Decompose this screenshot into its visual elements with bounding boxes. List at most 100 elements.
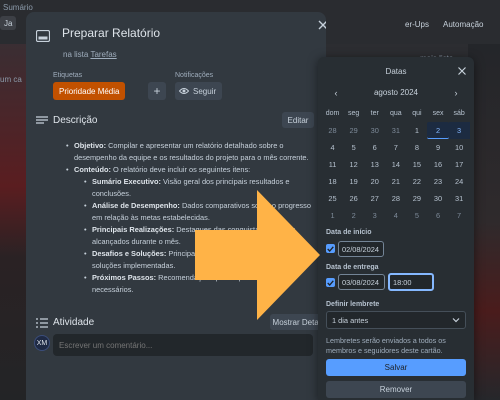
- save-button[interactable]: Salvar: [326, 359, 466, 376]
- activity-title: Atividade: [53, 317, 95, 328]
- label-chip-priority[interactable]: Prioridade Média: [53, 82, 126, 100]
- follow-button[interactable]: Seguir: [175, 82, 223, 100]
- calendar-day[interactable]: 6: [427, 207, 448, 224]
- calendar-week: 11 12 13 14 15 16 17: [322, 156, 470, 173]
- close-icon[interactable]: [318, 20, 326, 30]
- calendar-day[interactable]: 18: [322, 173, 343, 190]
- due-time-input[interactable]: [388, 273, 434, 291]
- comment-input[interactable]: [53, 334, 313, 356]
- calendar-day[interactable]: 30: [427, 190, 448, 207]
- weekday-label: sáb: [453, 110, 465, 117]
- card-list-info: na lista Tarefas: [63, 50, 117, 59]
- calendar-day[interactable]: 16: [427, 156, 448, 173]
- close-icon[interactable]: [458, 67, 466, 75]
- calendar-day[interactable]: 21: [385, 173, 406, 190]
- activity-icon: [36, 318, 48, 328]
- calendar-day[interactable]: 27: [364, 190, 385, 207]
- calendar-day[interactable]: 4: [385, 207, 406, 224]
- calendar-week: 28 29 30 31 1 2 3: [322, 122, 470, 139]
- content-text: O relatório deve incluir os seguintes it…: [110, 165, 251, 174]
- content-key: Conteúdo:: [74, 165, 111, 174]
- calendar-day[interactable]: 4: [322, 139, 343, 156]
- list-link[interactable]: Tarefas: [90, 50, 116, 59]
- check-icon: [327, 279, 334, 286]
- card-title[interactable]: Preparar Relatório: [62, 26, 160, 40]
- board-button[interactable]: Ja: [0, 16, 17, 30]
- automation-button[interactable]: Automação: [443, 20, 483, 29]
- calendar-week: 18 19 20 21 22 23 24: [322, 173, 470, 190]
- due-date-label: Data de entrega: [326, 264, 379, 271]
- calendar-day[interactable]: 20: [364, 173, 385, 190]
- add-label-button[interactable]: +: [148, 82, 166, 100]
- follow-label: Seguir: [193, 86, 217, 96]
- next-month-button[interactable]: ›: [451, 88, 461, 98]
- chevron-down-icon: [452, 318, 460, 323]
- weekday-label: sex: [432, 110, 444, 117]
- reminder-label: Definir lembrete: [326, 301, 380, 308]
- calendar-day[interactable]: 28: [385, 190, 406, 207]
- reminder-value: 1 dia antes: [332, 315, 369, 325]
- calendar-day[interactable]: 28: [322, 122, 343, 139]
- objective-key: Objetivo:: [74, 141, 107, 150]
- due-date-input[interactable]: [338, 274, 385, 290]
- calendar-day[interactable]: 7: [385, 139, 406, 156]
- calendar-day[interactable]: 30: [364, 122, 385, 139]
- check-icon: [327, 245, 334, 252]
- calendar-day[interactable]: 19: [343, 173, 364, 190]
- calendar-day[interactable]: 31: [449, 190, 470, 207]
- calendar-day[interactable]: 22: [406, 173, 427, 190]
- popover-title: Datas: [385, 67, 407, 76]
- calendar-day[interactable]: 13: [364, 156, 385, 173]
- calendar-day[interactable]: 29: [406, 190, 427, 207]
- board-top-text: Sumário: [3, 3, 33, 12]
- reminder-select[interactable]: 1 dia antes: [326, 311, 466, 329]
- item-key: Desafios e Soluções:: [92, 249, 167, 258]
- calendar-day[interactable]: 5: [406, 207, 427, 224]
- calendar-day-selected-end[interactable]: 3: [448, 122, 470, 139]
- calendar-day[interactable]: 10: [449, 139, 470, 156]
- calendar-day[interactable]: 8: [406, 139, 427, 156]
- board-left-strip: [0, 44, 28, 400]
- eye-icon: [179, 88, 189, 94]
- calendar-day[interactable]: 6: [364, 139, 385, 156]
- calendar-day[interactable]: 2: [343, 207, 364, 224]
- start-date-label: Data de início: [326, 229, 372, 236]
- calendar-day[interactable]: 1: [322, 207, 343, 224]
- calendar-day[interactable]: 14: [385, 156, 406, 173]
- dates-popover: Datas ‹ agosto 2024 › dom seg ter qua qu…: [318, 57, 474, 400]
- calendar-day[interactable]: 25: [322, 190, 343, 207]
- avatar[interactable]: XM: [34, 335, 50, 351]
- weekday-label: qui: [412, 110, 422, 117]
- calendar-day[interactable]: 7: [449, 207, 470, 224]
- calendar-day[interactable]: 26: [343, 190, 364, 207]
- description-title: Descrição: [53, 115, 98, 126]
- calendar-day[interactable]: 5: [343, 139, 364, 156]
- remove-button[interactable]: Remover: [326, 381, 466, 398]
- calendar-day[interactable]: 9: [427, 139, 448, 156]
- labels-heading: Etiquetas: [53, 72, 83, 79]
- item-key: Análise de Desempenho:: [92, 201, 180, 210]
- start-date-checkbox[interactable]: [326, 244, 335, 253]
- calendar-day[interactable]: 17: [449, 156, 470, 173]
- calendar-day[interactable]: 1: [406, 122, 427, 139]
- start-date-input[interactable]: [338, 241, 384, 257]
- calendar-day[interactable]: 3: [364, 207, 385, 224]
- board-left-text: um ca: [0, 75, 22, 84]
- calendar-day[interactable]: 11: [322, 156, 343, 173]
- item-key: Sumário Executivo:: [92, 177, 161, 186]
- calendar-day-selected-start[interactable]: 2: [427, 122, 449, 139]
- calendar-day[interactable]: 23: [427, 173, 448, 190]
- calendar-day[interactable]: 15: [406, 156, 427, 173]
- reminder-help-text: Lembretes serão enviados a todos os memb…: [326, 336, 446, 355]
- objective-text: Compilar e apresentar um relatório detal…: [74, 141, 309, 162]
- power-ups-button[interactable]: er-Ups: [405, 20, 429, 29]
- due-date-checkbox[interactable]: [326, 278, 335, 287]
- calendar-day[interactable]: 12: [343, 156, 364, 173]
- calendar-week: 25 26 27 28 29 30 31: [322, 190, 470, 207]
- item-key: Principais Realizações:: [92, 225, 175, 234]
- calendar-day[interactable]: 29: [343, 122, 364, 139]
- notifications-heading: Notificações: [175, 72, 214, 79]
- calendar-day[interactable]: 31: [385, 122, 406, 139]
- edit-description-button[interactable]: Editar: [282, 112, 314, 128]
- calendar-day[interactable]: 24: [449, 173, 470, 190]
